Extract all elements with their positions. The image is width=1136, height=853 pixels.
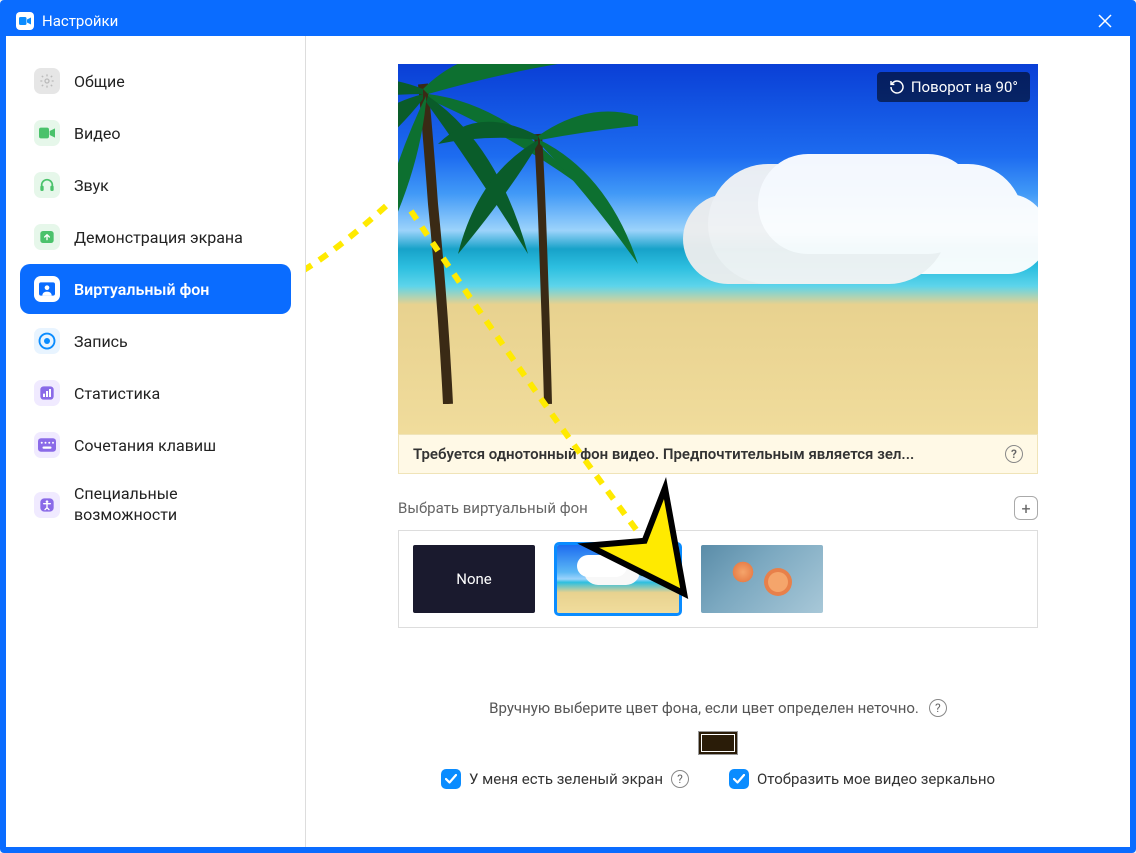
palm-graphic (398, 64, 638, 404)
sidebar-item-label: Звук (74, 176, 109, 195)
headphones-icon (34, 172, 60, 198)
close-button[interactable] (1090, 6, 1120, 36)
mirror-checkbox[interactable]: Отобразить мое видео зеркально (729, 769, 995, 789)
gear-icon (34, 68, 60, 94)
accessibility-icon (34, 492, 60, 518)
notice-bar: Требуется однотонный фон видео. Предпочт… (398, 434, 1038, 474)
sidebar-item-stats[interactable]: Статистика (20, 368, 291, 418)
sidebar-item-label: Запись (74, 332, 128, 351)
sidebar-item-label: Сочетания клавиш (74, 436, 216, 455)
green-screen-checkbox[interactable]: У меня есть зеленый экран ? (441, 769, 689, 789)
green-screen-label: У меня есть зеленый экран (469, 770, 663, 788)
sidebar-item-label: Видео (74, 124, 120, 143)
color-swatch-inner (701, 734, 735, 752)
share-screen-icon (34, 224, 60, 250)
title-bar: Настройки (6, 6, 1130, 36)
record-icon (34, 328, 60, 354)
keyboard-icon (34, 432, 60, 458)
notice-text: Требуется однотонный фон видео. Предпочт… (413, 445, 914, 463)
help-icon[interactable]: ? (671, 770, 689, 788)
checkbox-checked-icon (729, 769, 749, 789)
sidebar-item-label: Демонстрация экрана (74, 228, 243, 247)
color-hint-row: Вручную выберите цвет фона, если цвет оп… (489, 699, 947, 717)
sidebar-item-record[interactable]: Запись (20, 316, 291, 366)
choose-bg-label: Выбрать виртуальный фон (398, 499, 588, 517)
sidebar-item-audio[interactable]: Звук (20, 160, 291, 210)
mirror-label: Отобразить мое видео зеркально (757, 770, 995, 788)
sidebar-item-accessibility[interactable]: Специальные возможности (20, 472, 291, 538)
sidebar-item-label: Виртуальный фон (74, 280, 209, 299)
sidebar: Общие Видео Звук Демонстрация экрана (6, 36, 306, 847)
color-swatch[interactable] (698, 731, 738, 755)
sidebar-item-share[interactable]: Демонстрация экрана (20, 212, 291, 262)
checkbox-checked-icon (441, 769, 461, 789)
virtual-bg-icon (34, 276, 60, 302)
settings-window: Настройки Общие Видео Звук (0, 0, 1136, 853)
help-icon[interactable]: ? (929, 699, 947, 717)
checkboxes-row: У меня есть зеленый экран ? Отобразить м… (398, 769, 1038, 789)
sidebar-item-label: Статистика (74, 384, 160, 403)
sidebar-item-label: Специальные возможности (74, 484, 277, 526)
main-panel: Поворот на 90° Требуется однотонный фон … (306, 36, 1130, 847)
rotate-button[interactable]: Поворот на 90° (877, 72, 1030, 102)
sidebar-item-shortcuts[interactable]: Сочетания клавиш (20, 420, 291, 470)
bg-thumb-flowers[interactable] (701, 545, 823, 613)
video-preview: Поворот на 90° (398, 64, 1038, 434)
sidebar-item-general[interactable]: Общие (20, 56, 291, 106)
background-thumbnails: None (398, 530, 1038, 628)
color-section: Вручную выберите цвет фона, если цвет оп… (398, 698, 1038, 789)
bg-thumb-none[interactable]: None (413, 545, 535, 613)
bg-thumb-beach[interactable] (557, 545, 679, 613)
sidebar-item-label: Общие (74, 72, 125, 91)
sidebar-item-virtual-bg[interactable]: Виртуальный фон (20, 264, 291, 314)
body: Общие Видео Звук Демонстрация экрана (6, 36, 1130, 847)
rotate-label: Поворот на 90° (911, 78, 1018, 96)
window-title: Настройки (42, 12, 118, 30)
video-icon (34, 120, 60, 146)
app-icon (16, 12, 34, 30)
cloud-graphic (758, 154, 978, 254)
color-hint-label: Вручную выберите цвет фона, если цвет оп… (489, 699, 919, 717)
help-icon[interactable]: ? (1005, 445, 1023, 463)
add-background-button[interactable]: + (1014, 496, 1038, 520)
choose-bg-header: Выбрать виртуальный фон + (398, 496, 1038, 520)
bg-thumb-none-label: None (456, 570, 492, 588)
sidebar-item-video[interactable]: Видео (20, 108, 291, 158)
stats-icon (34, 380, 60, 406)
rotate-icon (889, 79, 905, 95)
